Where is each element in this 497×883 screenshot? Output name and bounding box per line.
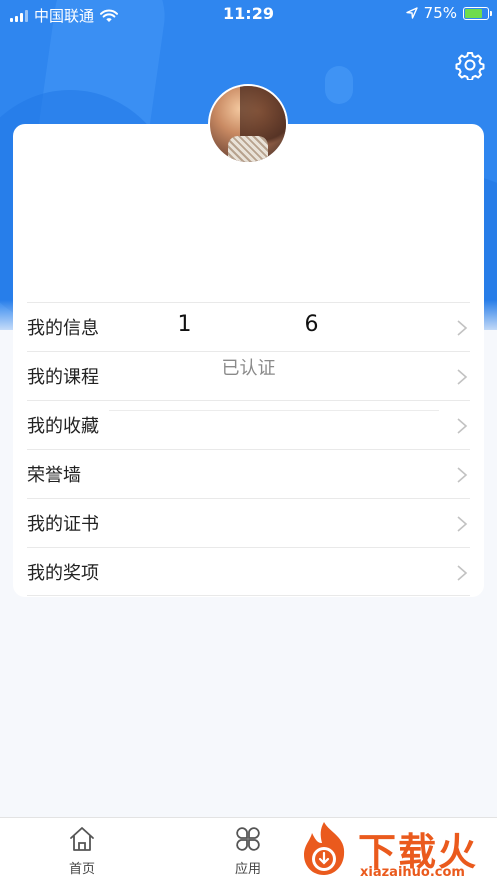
menu-item-my-favorites[interactable]: 我的收藏 [27, 400, 470, 449]
chevron-right-icon [457, 467, 468, 483]
menu-item-label: 我的信息 [27, 318, 99, 339]
avatar[interactable] [208, 84, 288, 164]
battery-icon [463, 6, 492, 20]
watermark-en-text: xiazaihuo.com [360, 865, 465, 880]
watermark-logo: 下载火 xiazaihuo.com [292, 817, 497, 883]
home-icon [70, 827, 94, 851]
status-right: 75% [405, 4, 492, 22]
status-bar: 中国联通 11:29 75% [0, 0, 497, 30]
chevron-right-icon [457, 418, 468, 434]
chevron-right-icon [457, 565, 468, 581]
menu-item-label: 荣誉墙 [27, 465, 81, 486]
battery-level-fill [465, 8, 482, 18]
menu-item-label: 我的课程 [27, 367, 99, 388]
avatar-detail [228, 136, 268, 162]
chevron-right-icon [457, 369, 468, 385]
menu-item-label: 我的收藏 [27, 416, 99, 437]
menu-list: 我的信息 我的课程 我的收藏 荣誉墙 我的证书 我的奖项 [27, 302, 470, 596]
menu-item-my-certificates[interactable]: 我的证书 [27, 498, 470, 547]
menu-item-my-info[interactable]: 我的信息 [27, 302, 470, 351]
apps-icon [236, 827, 260, 851]
menu-item-my-awards[interactable]: 我的奖项 [27, 547, 470, 596]
decor-shape [325, 66, 353, 104]
menu-item-label: 我的证书 [27, 514, 99, 535]
chevron-right-icon [457, 320, 468, 336]
tab-home-label: 首页 [68, 862, 95, 877]
flame-logo-icon [304, 822, 345, 875]
tab-home[interactable]: 首页 [52, 826, 112, 877]
menu-item-label: 我的奖项 [27, 562, 99, 584]
battery-percent: 75% [423, 4, 457, 22]
tab-apps[interactable]: 应用 [218, 826, 278, 877]
chevron-right-icon [457, 516, 468, 532]
tab-apps-label: 应用 [234, 862, 261, 877]
menu-item-honor-wall[interactable]: 荣誉墙 [27, 449, 470, 498]
menu-item-my-courses[interactable]: 我的课程 [27, 351, 470, 400]
location-arrow-icon [405, 7, 418, 19]
gear-icon[interactable] [455, 50, 485, 80]
